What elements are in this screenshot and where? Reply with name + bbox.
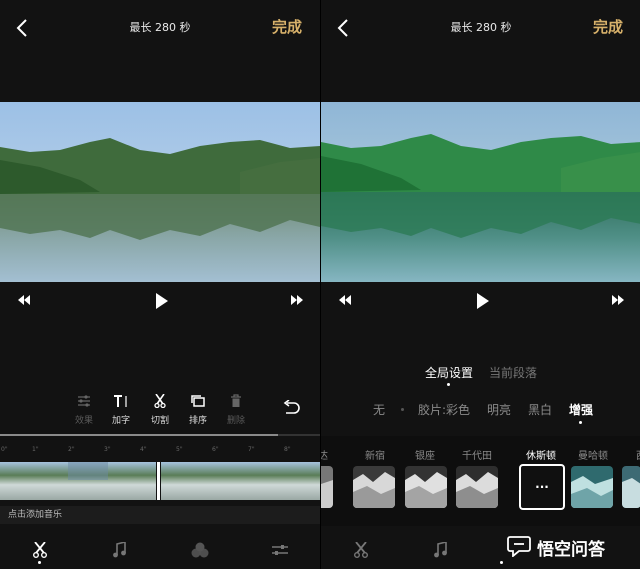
playhead[interactable] [157, 462, 160, 500]
add-music-bar[interactable]: 点击添加音乐 [0, 506, 320, 524]
active-tab-indicator [500, 561, 503, 564]
adjust-icon [272, 545, 288, 555]
music-note-icon [434, 542, 447, 558]
timeline-progress [0, 434, 278, 436]
skip-forward-icon[interactable] [612, 295, 624, 305]
left-editor-panel: 最长 280 秒 完成 效果 加字 切割 排序 删除 0" 1" 2" 3" 4… [0, 0, 320, 569]
music-note-icon [113, 542, 126, 558]
chat-bubble-logo-icon [507, 536, 531, 557]
delete-label: 删除 [226, 416, 245, 426]
nav-edit-tab[interactable] [28, 540, 52, 560]
tick-label: 4" [140, 446, 147, 453]
video-preview-enhanced[interactable] [321, 102, 640, 282]
timeline-ruler: 0" 1" 2" 3" 4" 5" 6" 7" 8" [0, 434, 320, 462]
tick-label: 2" [68, 446, 75, 453]
tick-label: 8" [284, 446, 291, 453]
active-tab-indicator [38, 561, 41, 564]
tick-label: 0" [1, 446, 8, 453]
done-button[interactable]: 完成 [593, 16, 623, 37]
tick-label: 3" [104, 446, 111, 453]
play-icon[interactable] [476, 293, 490, 309]
effects-label: 效果 [74, 416, 93, 426]
right-filter-panel: 最长 280 秒 完成 全局设置 当前段落 无 胶片:彩色 明亮 黑白 增强 达… [320, 0, 640, 569]
separator-dot [401, 408, 404, 411]
scissors-icon [354, 542, 368, 558]
tab-global-settings[interactable]: 全局设置 [425, 364, 473, 381]
filter-thumbnail[interactable] [405, 466, 447, 508]
filter-type-enhance[interactable]: 增强 [569, 401, 593, 418]
text-icon [114, 395, 127, 407]
delete-tool[interactable]: 删除 [219, 392, 253, 426]
filter-thumbnail[interactable] [320, 466, 333, 508]
filter-type-film-color[interactable]: 胶片:彩色 [418, 401, 470, 418]
tab-current-segment[interactable]: 当前段落 [489, 364, 537, 381]
nav-music-tab[interactable] [428, 540, 452, 560]
watermark-text: 悟空问答 [537, 540, 605, 560]
filter-thumbnail[interactable] [622, 466, 640, 508]
split-label: 切割 [150, 416, 169, 426]
scissors-icon [33, 542, 47, 558]
clip-filmstrip[interactable] [0, 462, 320, 500]
tick-label: 1" [32, 446, 39, 453]
skip-forward-icon[interactable] [291, 295, 303, 305]
filter-thumbnail[interactable] [353, 466, 395, 508]
add-text-tool[interactable]: 加字 [104, 392, 138, 426]
filter-name: 西 [617, 447, 640, 462]
filter-type-none[interactable]: 无 [373, 401, 385, 418]
skip-back-icon[interactable] [18, 295, 30, 305]
add-text-label: 加字 [111, 416, 130, 426]
done-button[interactable]: 完成 [272, 16, 302, 37]
top-bar: 最长 280 秒 完成 [0, 0, 320, 56]
top-bar: 最长 280 秒 完成 [321, 0, 640, 56]
filter-name: 新宿 [365, 451, 385, 462]
split-tool[interactable]: 切割 [143, 392, 177, 426]
filter-name-selected: 休斯顿 [526, 451, 556, 462]
tick-label: 5" [176, 446, 183, 453]
playback-controls [0, 290, 320, 314]
undo-icon[interactable] [282, 400, 300, 416]
selected-segment-indicator [447, 383, 450, 386]
filter-type-bw[interactable]: 黑白 [528, 401, 552, 418]
nav-music-tab[interactable] [107, 540, 131, 560]
video-preview[interactable] [0, 102, 320, 282]
reorder-tool[interactable]: 排序 [181, 392, 215, 426]
sliders-icon [78, 395, 90, 407]
filter-name: 曼哈顿 [578, 451, 608, 462]
filter-type-bright[interactable]: 明亮 [487, 401, 511, 418]
skip-back-icon[interactable] [339, 295, 351, 305]
play-icon[interactable] [155, 293, 169, 309]
watermark: 悟空问答 [507, 533, 633, 560]
filter-thumbnail[interactable] [456, 466, 498, 508]
filter-circles-icon [191, 542, 209, 558]
nav-filter-tab[interactable] [188, 540, 212, 560]
filter-name: 达 [321, 447, 347, 462]
selected-filter-type-indicator [579, 421, 582, 424]
filter-name: 千代田 [462, 451, 492, 462]
filter-name: 银座 [415, 451, 435, 462]
effects-tool[interactable]: 效果 [67, 392, 101, 426]
selected-filter-thumbnail[interactable]: ··· [519, 464, 565, 510]
scissors-icon [154, 394, 166, 408]
tick-label: 7" [248, 446, 255, 453]
filter-thumbnail[interactable] [571, 466, 613, 508]
tick-label: 6" [212, 446, 219, 453]
trash-icon [231, 394, 241, 407]
nav-edit-tab[interactable] [349, 540, 373, 560]
nav-adjust-tab[interactable] [268, 540, 292, 560]
reorder-icon [191, 395, 205, 407]
bottom-nav [0, 532, 320, 569]
reorder-label: 排序 [188, 416, 207, 426]
playback-controls [321, 290, 640, 314]
